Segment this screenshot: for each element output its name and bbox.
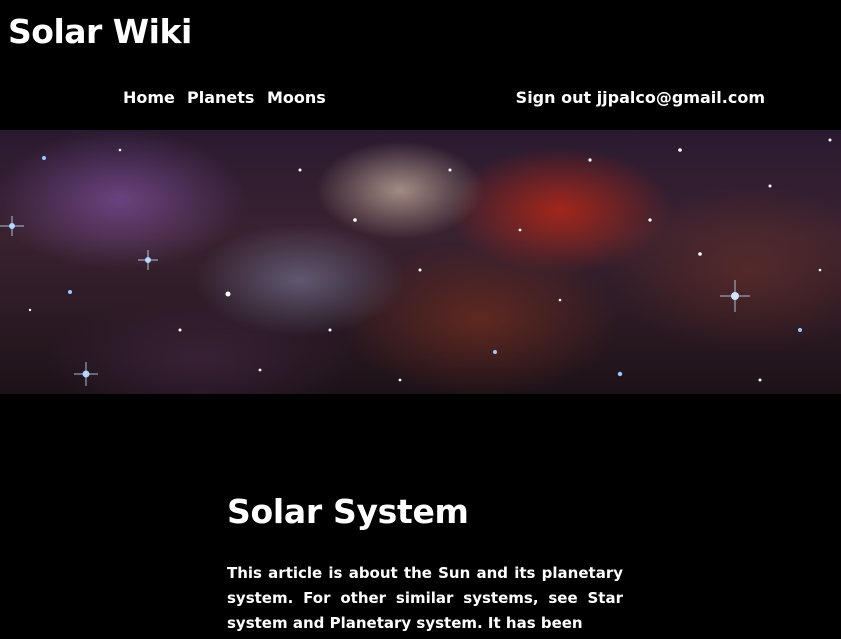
main-nav: Home Planets Moons Sign out jjpalco@gmai… xyxy=(0,88,841,114)
sign-out-link[interactable]: Sign out jjpalco@gmail.com xyxy=(516,88,765,107)
starfield xyxy=(0,138,832,386)
article-title: Solar System xyxy=(227,492,469,531)
page: Solar Wiki Home Planets Moons Sign out j… xyxy=(0,0,841,639)
nav-moons-link[interactable]: Moons xyxy=(267,88,326,107)
site-title-link[interactable]: Solar Wiki xyxy=(8,12,192,51)
nav-home-link[interactable]: Home xyxy=(123,88,175,107)
nebula-banner-image xyxy=(0,130,841,394)
article: Solar System This article is about the S… xyxy=(227,492,623,636)
nav-planets-link[interactable]: Planets xyxy=(187,88,254,107)
article-intro: This article is about the Sun and its pl… xyxy=(227,564,623,632)
